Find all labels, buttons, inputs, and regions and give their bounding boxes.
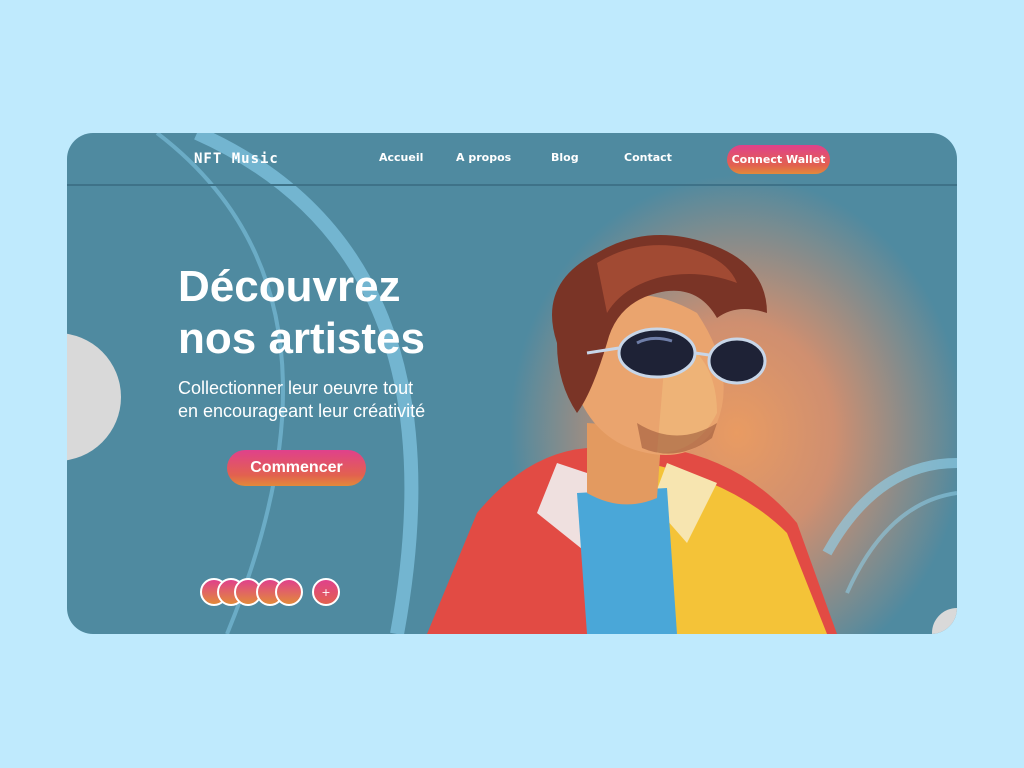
artist-illustration [427, 235, 837, 634]
side-circle-right [932, 608, 957, 634]
commencer-button[interactable]: Commencer [227, 450, 366, 486]
add-collector-button[interactable]: + [312, 578, 340, 606]
nav-item-blog[interactable]: Blog [551, 151, 579, 164]
nav-item-accueil[interactable]: Accueil [379, 151, 423, 164]
logo[interactable]: NFT Music [194, 151, 279, 167]
nav-item-contact[interactable]: Contact [624, 151, 672, 164]
collector-avatar[interactable] [275, 578, 303, 606]
nav-divider [67, 184, 957, 186]
side-circle-left [67, 333, 121, 461]
nav-item-a-propos[interactable]: A propos [456, 151, 511, 164]
connect-wallet-button[interactable]: Connect Wallet [727, 145, 830, 174]
hero-card: NFT Music Accueil A propos Blog Contact … [67, 133, 957, 634]
